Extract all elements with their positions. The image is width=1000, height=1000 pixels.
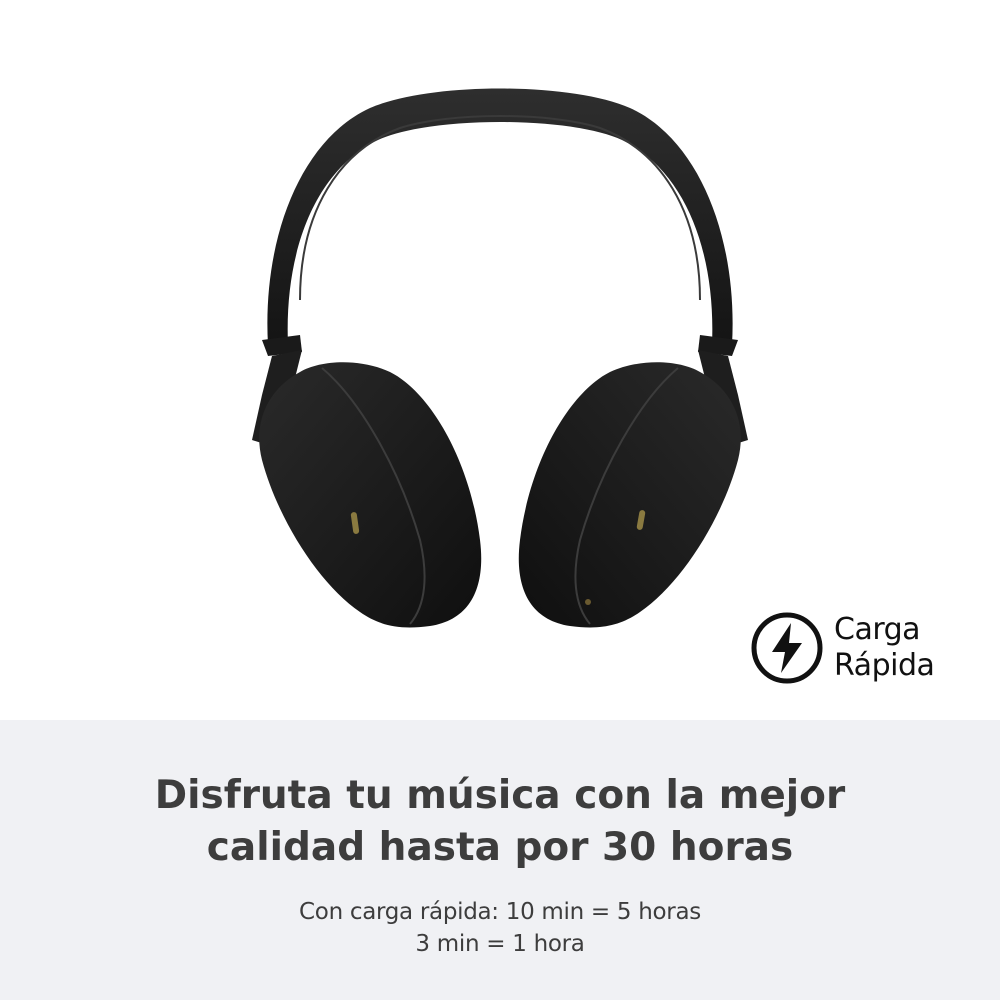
charge-details: Con carga rápida: 10 min = 5 horas 3 min… bbox=[0, 896, 1000, 960]
fast-charge-line-2: Rápida bbox=[834, 648, 935, 683]
product-image-area: Carga Rápida bbox=[0, 0, 1000, 720]
fast-charge-badge: Carga Rápida bbox=[750, 611, 935, 685]
charge-details-line-2: 3 min = 1 hora bbox=[415, 931, 585, 957]
lightning-bolt-icon bbox=[751, 612, 823, 684]
fast-charge-label: Carga Rápida bbox=[834, 612, 935, 684]
headline-line-2: calidad hasta por 30 horas bbox=[206, 825, 794, 870]
fast-charge-line-1: Carga bbox=[834, 612, 921, 647]
info-panel: Disfruta tu música con la mejor calidad … bbox=[0, 720, 1000, 1000]
headline-line-1: Disfruta tu música con la mejor bbox=[154, 773, 846, 818]
product-banner: Carga Rápida Disfruta tu música con la m… bbox=[0, 0, 1000, 1000]
headline: Disfruta tu música con la mejor calidad … bbox=[0, 770, 1000, 874]
charge-details-line-1: Con carga rápida: 10 min = 5 horas bbox=[299, 899, 701, 925]
